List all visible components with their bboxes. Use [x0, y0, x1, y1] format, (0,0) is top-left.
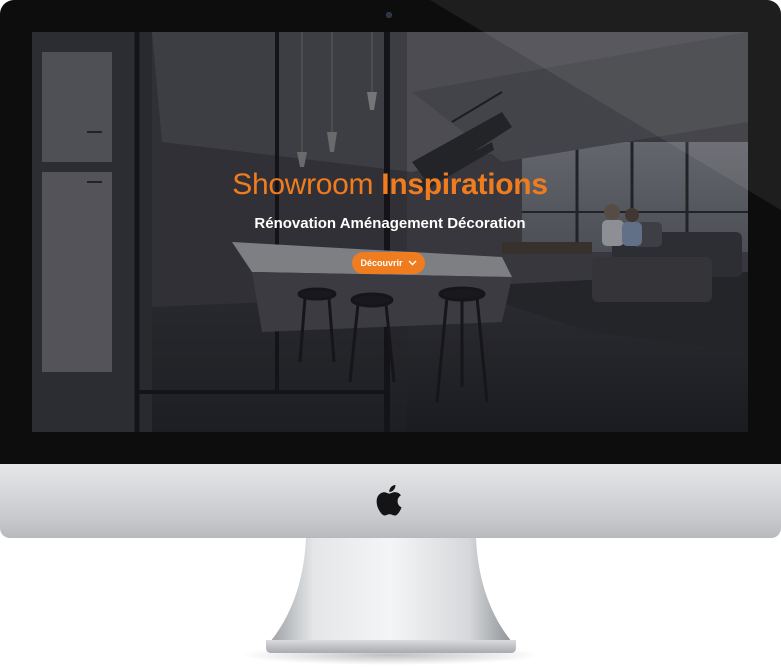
camera-icon — [386, 12, 392, 18]
hero-title-light: Showroom — [232, 168, 374, 201]
imac-mockup: Showroom Inspirations Rénovation Aménage… — [0, 0, 781, 672]
apple-logo-icon — [376, 484, 402, 516]
hero-overlay — [32, 32, 748, 432]
discover-button[interactable]: Découvrir — [352, 252, 425, 274]
chevron-down-icon — [408, 260, 417, 266]
discover-button-label: Découvrir — [360, 258, 403, 268]
hero-subtitle: Rénovation Aménagement Décoration — [254, 215, 526, 232]
monitor-bezel: Showroom Inspirations Rénovation Aménage… — [0, 0, 781, 464]
hero-title: Showroom Inspirations — [32, 168, 748, 202]
hero-title-bold: Inspirations — [381, 168, 548, 201]
website-screen: Showroom Inspirations Rénovation Aménage… — [32, 32, 748, 432]
